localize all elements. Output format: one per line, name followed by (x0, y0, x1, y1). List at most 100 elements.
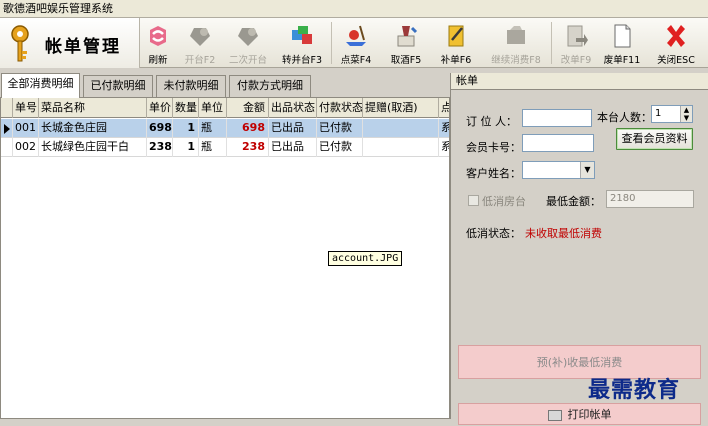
view-member-button[interactable]: 查看会员资料 (616, 128, 693, 150)
tab-paid[interactable]: 已付款明细 (83, 75, 153, 97)
table-row[interactable]: 001 长城金色庄园 698 1 瓶 698 已出品 已付款 系 (1, 119, 449, 138)
chevron-down-icon: ▼ (580, 162, 594, 178)
row-indicator (1, 138, 13, 157)
min-amount-label: 最低金额： (546, 195, 601, 208)
print-bill-button[interactable]: 打印帐单 (458, 403, 701, 425)
min-status-value: 未收取最低消费 (525, 227, 602, 240)
customer-name-label: 客户姓名： (466, 167, 521, 180)
cell-produce-status: 已出品 (269, 138, 317, 157)
cell-quantity: 1 (173, 119, 199, 138)
continue-consume-label: 继续消费F8 (491, 55, 541, 66)
watermark: 最需教育 (588, 377, 681, 403)
modify-order-label: 改单F9 (560, 55, 592, 66)
second-open-button[interactable]: 二次开台 (224, 18, 272, 68)
toolbar-separator (551, 22, 552, 64)
booker-input[interactable] (522, 109, 592, 127)
bill-panel-title: 帐单 (451, 73, 708, 90)
bill-panel: 帐单 订 位 人： 本台人数： 1 ▲ ▼ 会员卡号： 查看会员资料 客户姓名： … (450, 73, 708, 425)
cell-unit: 瓶 (199, 138, 227, 157)
open-table-button[interactable]: 开台F2 (180, 18, 220, 68)
cell-gift (363, 138, 439, 157)
customer-name-select[interactable]: ▼ (522, 161, 595, 179)
order-dishes-icon (346, 25, 366, 46)
refresh-icon (150, 26, 166, 46)
cell-pay-status: 已付款 (317, 119, 363, 138)
continue-consume-icon (507, 26, 525, 44)
continue-consume-button[interactable]: 继续消费F8 (484, 18, 548, 68)
transfer-table-button[interactable]: 转并台F3 (276, 18, 328, 68)
take-wine-icon (397, 26, 418, 47)
toolbar: 帐单管理 刷新 开台F2 二次开台 转并台F3 点菜F4 取酒F5 补单F6 继… (0, 18, 708, 68)
close-icon (667, 25, 685, 47)
min-room-checkbox[interactable] (468, 195, 479, 206)
void-order-icon (614, 24, 631, 48)
refresh-label: 刷新 (148, 55, 168, 66)
column-header[interactable]: 金额 (227, 98, 269, 118)
cell-amount: 238 (227, 138, 269, 157)
take-wine-button[interactable]: 取酒F5 (384, 18, 428, 68)
table-count-spinner[interactable]: 1 ▲ ▼ (651, 105, 693, 123)
member-card-label: 会员卡号： (466, 141, 521, 154)
member-card-input[interactable] (522, 134, 594, 152)
second-open-icon (238, 28, 258, 46)
supplement-order-button[interactable]: 补单F6 (434, 18, 478, 68)
close-button[interactable]: 关闭ESC (652, 18, 700, 68)
column-header[interactable]: 付款状态 (317, 98, 363, 118)
order-dishes-button[interactable]: 点菜F4 (334, 18, 378, 68)
tab-all-consumption[interactable]: 全部消费明细 (1, 73, 80, 98)
cell-dish-name: 长城金色庄园 (39, 119, 147, 138)
supplement-order-label: 补单F6 (440, 55, 472, 66)
row-indicator (1, 119, 13, 138)
table-count-label: 本台人数： (597, 111, 652, 124)
row-indicator-header (1, 98, 13, 118)
void-order-label: 废单F11 (603, 55, 641, 66)
column-header[interactable]: 点 (439, 98, 449, 118)
cell-quantity: 1 (173, 138, 199, 157)
min-amount-input[interactable]: 2180 (606, 190, 694, 208)
close-label: 关闭ESC (657, 55, 695, 66)
column-header[interactable]: 单价 (147, 98, 173, 118)
tab-payment-method[interactable]: 付款方式明细 (229, 75, 311, 97)
transfer-table-label: 转并台F3 (281, 55, 322, 66)
module-title: 帐单管理 (45, 37, 121, 57)
column-header[interactable]: 提赠(取酒) (363, 98, 439, 118)
refresh-button[interactable]: 刷新 (140, 18, 176, 68)
modify-order-icon (567, 25, 588, 47)
cell-produce-status: 已出品 (269, 119, 317, 138)
modify-order-button[interactable]: 改单F9 (554, 18, 598, 68)
cell-order-no: 001 (13, 119, 39, 138)
cell-unit: 瓶 (199, 119, 227, 138)
print-bill-label: 打印帐单 (567, 408, 612, 421)
logo: 帐单管理 (0, 18, 140, 68)
cell-extra: 系 (439, 138, 449, 157)
cell-extra: 系 (439, 119, 449, 138)
column-header[interactable]: 数量 (173, 98, 199, 118)
detail-tabs: 全部消费明细 已付款明细 未付款明细 付款方式明细 (0, 73, 450, 98)
open-table-icon (190, 28, 210, 46)
transfer-table-icon (292, 26, 312, 44)
min-room-label: 低消房台 (482, 195, 526, 208)
column-header[interactable]: 出品状态 (269, 98, 317, 118)
cell-price: 698 (147, 119, 173, 138)
second-open-label: 二次开台 (228, 55, 267, 66)
table-header: 单号 菜品名称 单价 数量 单位 金额 出品状态 付款状态 提赠(取酒) 点 (1, 98, 449, 118)
tab-unpaid[interactable]: 未付款明细 (156, 75, 226, 97)
cell-order-no: 002 (13, 138, 39, 157)
cell-amount: 698 (227, 119, 269, 138)
column-header[interactable]: 单号 (13, 98, 39, 118)
column-header[interactable]: 菜品名称 (39, 98, 147, 118)
window-title: 歌德酒吧娱乐管理系统 (0, 0, 708, 18)
void-order-button[interactable]: 废单F11 (600, 18, 644, 68)
cell-price: 238 (147, 138, 173, 157)
cell-dish-name: 长城绿色庄园干白 (39, 138, 147, 157)
open-table-label: 开台F2 (184, 55, 216, 66)
table-row[interactable]: 002 长城绿色庄园干白 238 1 瓶 238 已出品 已付款 系 (1, 138, 449, 157)
spinner-arrows[interactable]: ▲ ▼ (680, 106, 692, 122)
take-wine-label: 取酒F5 (390, 55, 422, 66)
cell-pay-status: 已付款 (317, 138, 363, 157)
booker-label: 订 位 人： (466, 115, 517, 128)
key-logo-icon (11, 25, 29, 62)
cell-gift (363, 119, 439, 138)
column-header[interactable]: 单位 (199, 98, 227, 118)
image-tooltip: account.JPG (328, 251, 403, 266)
